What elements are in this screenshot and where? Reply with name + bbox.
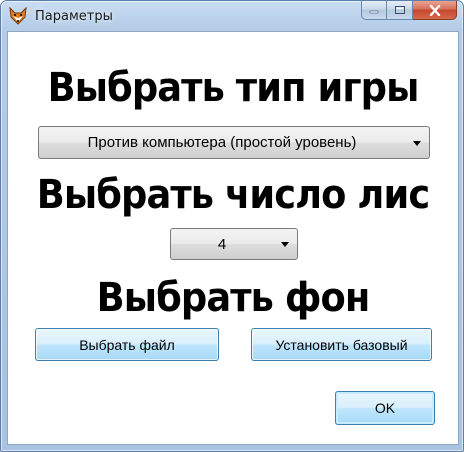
game-type-select[interactable]: Против компьютера (простой уровень)	[38, 126, 430, 159]
set-default-background-button[interactable]: Установить базовый	[251, 328, 432, 361]
fox-icon	[9, 7, 27, 25]
fox-count-heading: Выбрать число лис	[36, 172, 430, 218]
close-icon	[429, 4, 440, 16]
title-bar[interactable]: Параметры	[1, 1, 463, 31]
window-title: Параметры	[35, 9, 113, 24]
choose-file-button[interactable]: Выбрать файл	[35, 328, 219, 361]
minimize-button[interactable]	[361, 1, 387, 20]
background-heading: Выбрать фон	[96, 275, 371, 321]
minimize-icon	[369, 10, 379, 14]
fox-count-value: 4	[217, 235, 227, 253]
maximize-button[interactable]	[387, 1, 413, 20]
fox-count-select[interactable]: 4	[170, 228, 298, 260]
caption-buttons	[361, 1, 457, 21]
chevron-down-icon	[281, 242, 289, 247]
dialog-body: Выбрать тип игры Против компьютера (прос…	[7, 31, 459, 445]
chevron-down-icon	[413, 140, 421, 146]
maximize-icon	[394, 6, 405, 14]
game-type-value: Против компьютера (простой уровень)	[87, 134, 357, 151]
parameters-window: Параметры Выбрать тип игры Против компью…	[0, 0, 464, 452]
ok-button[interactable]: OK	[335, 391, 435, 425]
close-button[interactable]	[413, 1, 457, 20]
game-type-heading: Выбрать тип игры	[47, 65, 420, 111]
